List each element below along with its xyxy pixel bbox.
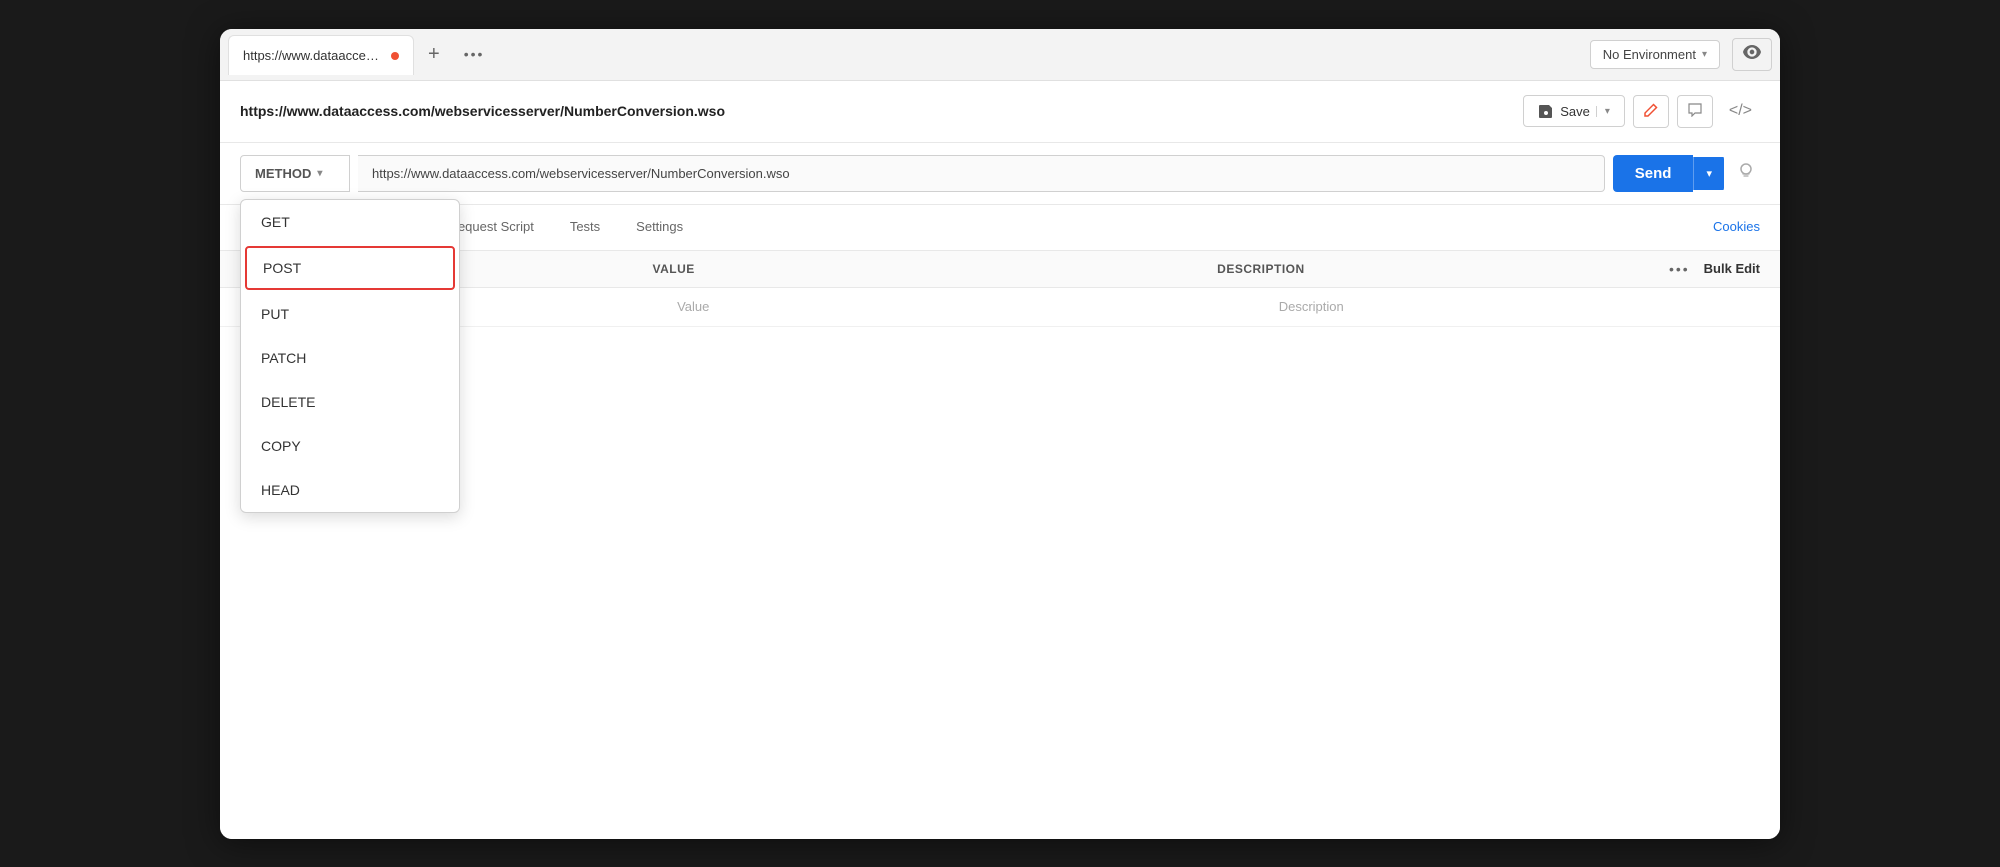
edit-button[interactable] bbox=[1633, 95, 1669, 128]
tab-settings[interactable]: Settings bbox=[618, 205, 701, 250]
method-option-patch[interactable]: PATCH bbox=[241, 336, 459, 380]
more-options-button[interactable]: ••• bbox=[1669, 261, 1690, 277]
request-row: METHOD ▾ Send ▾ GET POST PUT PATCH DELET… bbox=[220, 143, 1780, 205]
save-chevron-icon: ▾ bbox=[1596, 106, 1610, 117]
environment-eye-button[interactable] bbox=[1732, 38, 1772, 71]
method-option-post[interactable]: POST bbox=[245, 246, 455, 290]
method-option-delete[interactable]: DELETE bbox=[241, 380, 459, 424]
code-button[interactable]: </> bbox=[1721, 98, 1760, 124]
tab-bar: https://www.dataaccess.c + ••• No Enviro… bbox=[220, 29, 1780, 81]
active-tab[interactable]: https://www.dataaccess.c bbox=[228, 35, 414, 75]
tab-bar-right: No Environment ▾ bbox=[1590, 38, 1772, 71]
tab-tests[interactable]: Tests bbox=[552, 205, 618, 250]
main-window: https://www.dataaccess.c + ••• No Enviro… bbox=[220, 29, 1780, 839]
method-label: METHOD bbox=[255, 166, 311, 181]
save-button[interactable]: Save ▾ bbox=[1523, 95, 1625, 127]
tab-bar-actions: + ••• bbox=[422, 39, 490, 70]
url-display: https://www.dataaccess.com/webservicesse… bbox=[240, 103, 1511, 119]
send-button[interactable]: Send bbox=[1613, 155, 1694, 192]
col-value-header: VALUE bbox=[652, 262, 1217, 276]
bulk-edit-button[interactable]: Bulk Edit bbox=[1704, 261, 1760, 276]
row-description-cell bbox=[1279, 299, 1760, 314]
env-label: No Environment bbox=[1603, 47, 1696, 62]
add-tab-button[interactable]: + bbox=[422, 39, 446, 70]
tab-title: https://www.dataaccess.c bbox=[243, 48, 383, 63]
lightbulb-button[interactable] bbox=[1732, 157, 1760, 190]
environment-selector[interactable]: No Environment ▾ bbox=[1590, 40, 1720, 69]
chevron-down-icon: ▾ bbox=[1702, 49, 1707, 60]
method-option-get[interactable]: GET bbox=[241, 200, 459, 244]
tab-more-button[interactable]: ••• bbox=[458, 42, 491, 66]
save-label: Save bbox=[1560, 104, 1590, 119]
url-input[interactable] bbox=[358, 155, 1605, 192]
description-input[interactable] bbox=[1279, 299, 1760, 314]
tab-modified-dot bbox=[391, 52, 399, 60]
value-input[interactable] bbox=[677, 299, 1279, 314]
col-actions-header: ••• Bulk Edit bbox=[1669, 261, 1760, 277]
url-bar-row: https://www.dataaccess.com/webservicesse… bbox=[220, 81, 1780, 143]
method-option-put[interactable]: PUT bbox=[241, 292, 459, 336]
send-button-group: Send ▾ bbox=[1613, 155, 1724, 192]
tabs-row-right: Cookies bbox=[1713, 218, 1760, 236]
method-option-head[interactable]: HEAD bbox=[241, 468, 459, 512]
method-option-copy[interactable]: COPY bbox=[241, 424, 459, 468]
col-description-header: DESCRIPTION bbox=[1217, 262, 1669, 276]
send-dropdown-button[interactable]: ▾ bbox=[1693, 157, 1724, 190]
chevron-down-icon: ▾ bbox=[317, 168, 322, 179]
cookies-link[interactable]: Cookies bbox=[1713, 219, 1760, 234]
method-selector[interactable]: METHOD ▾ bbox=[240, 155, 350, 192]
url-bar-actions: Save ▾ </> bbox=[1523, 95, 1760, 128]
row-value-cell bbox=[677, 299, 1279, 314]
comment-button[interactable] bbox=[1677, 95, 1713, 128]
method-dropdown-menu: GET POST PUT PATCH DELETE COPY HEAD bbox=[240, 199, 460, 513]
